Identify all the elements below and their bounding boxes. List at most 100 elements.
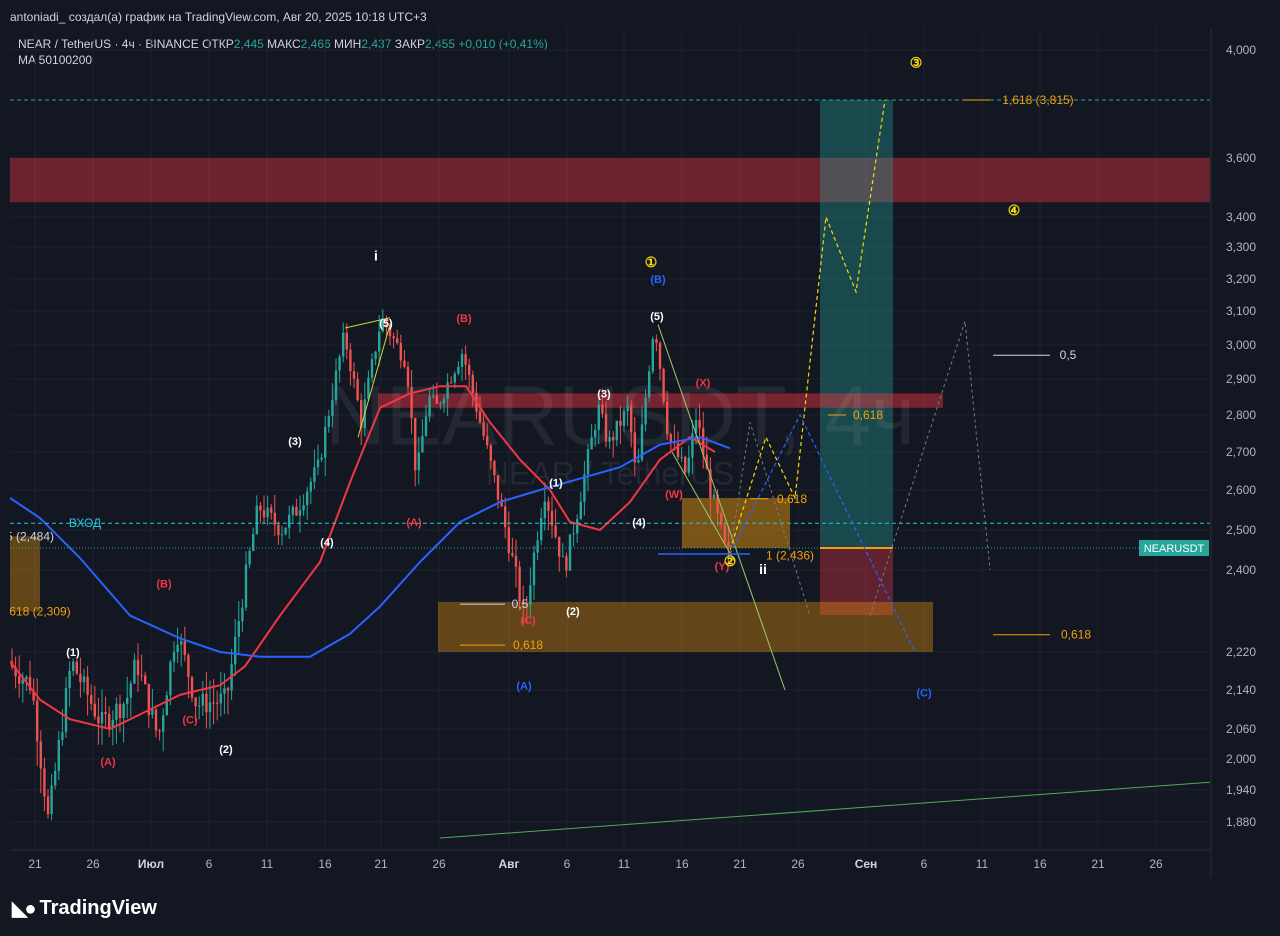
candle-body: [370, 359, 374, 378]
candle-body: [79, 673, 82, 683]
price-label: 2,450: [1220, 543, 1250, 557]
date-tick: Авг: [498, 857, 519, 871]
date-tick: Сен: [855, 857, 878, 871]
candle-body: [223, 688, 226, 694]
watermark-name: NEAR / TetherUS: [486, 455, 734, 491]
candle-body: [324, 426, 327, 458]
candle-body: [594, 429, 597, 438]
candle-body: [457, 366, 460, 374]
candle-body: [295, 506, 298, 516]
wave-label: (5): [379, 318, 393, 330]
price-chart[interactable]: NEARUSDT, 4чNEAR / TetherUS 1,618 (3,815…: [0, 28, 1280, 878]
fib-label: 5 (2,484): [6, 529, 54, 543]
candle-body: [255, 505, 258, 535]
wave-label: (B): [156, 579, 172, 591]
price-label: 2,301: [1220, 608, 1250, 622]
candle-body: [306, 491, 309, 506]
candle-body: [241, 607, 244, 622]
candle-body: [399, 342, 402, 361]
candle-body: [543, 501, 546, 519]
candle-body: [334, 370, 338, 400]
candle-body: [172, 652, 176, 662]
date-tick: 6: [564, 857, 571, 871]
candle-body: [129, 683, 132, 698]
candle-body: [352, 371, 356, 379]
price-tick: 2,400: [1226, 563, 1256, 577]
candle-body: [547, 501, 550, 512]
price-tick: 1,940: [1226, 783, 1256, 797]
candle-body: [680, 456, 683, 458]
date-tick: 16: [318, 857, 332, 871]
candle-body: [226, 688, 230, 691]
price-tick: 2,140: [1226, 683, 1256, 697]
wave-label: (2): [219, 744, 233, 756]
candle-body: [180, 641, 183, 645]
candle-body: [489, 445, 492, 461]
fib-label: 0,618: [777, 492, 807, 506]
candle-body: [237, 621, 240, 637]
candle-body: [453, 373, 456, 383]
candle-body: [565, 556, 568, 571]
date-tick: 6: [921, 857, 928, 871]
candle-body: [655, 339, 658, 343]
candle-body: [122, 703, 125, 719]
candle-body: [572, 533, 575, 535]
candle-body: [622, 411, 626, 426]
candle-body: [144, 675, 147, 685]
date-tick: 21: [1091, 857, 1105, 871]
candle-body: [727, 541, 730, 548]
candle-body: [712, 494, 716, 499]
candle-body: [417, 452, 420, 471]
candle-body: [561, 556, 564, 558]
price-label-box: [1212, 540, 1258, 556]
candle-body: [72, 661, 75, 671]
candle-body: [342, 332, 345, 357]
date-tick: 21: [28, 857, 42, 871]
candle-body: [356, 378, 359, 401]
candle-body: [482, 422, 485, 436]
candle-body: [118, 703, 122, 719]
candle-body: [46, 796, 50, 815]
candle-body: [396, 338, 399, 343]
candle-body: [586, 449, 590, 475]
candle-body: [698, 420, 701, 429]
candle-body: [75, 661, 78, 674]
candle-body: [723, 524, 726, 542]
price-tick: 3,100: [1226, 304, 1256, 318]
price-label-box: [1212, 607, 1258, 623]
candle-body: [637, 459, 640, 463]
candle-body: [414, 417, 417, 471]
wave-label: (2): [566, 606, 580, 618]
candle-body: [532, 552, 536, 586]
tradingview-logo[interactable]: ◣● TradingView: [12, 896, 157, 921]
candle-body: [158, 730, 161, 732]
wave-label: (3): [288, 436, 302, 448]
wave-label: (5): [650, 311, 664, 323]
candle-body: [540, 518, 543, 541]
candle-body: [18, 676, 21, 684]
candle-body: [514, 555, 518, 567]
zone-resistance: [10, 158, 1210, 203]
candle-body: [288, 514, 291, 528]
candle-body: [608, 436, 611, 442]
candle-body: [86, 676, 89, 696]
price-label-box: [1212, 84, 1258, 100]
candle-body: [115, 703, 118, 720]
candle-body: [201, 693, 204, 706]
candle-body: [450, 382, 453, 384]
candle-body: [169, 661, 172, 696]
candle-body: [568, 534, 572, 571]
candle-body: [43, 768, 46, 797]
candle-body: [442, 398, 446, 404]
candle-body: [504, 506, 507, 528]
candle-body: [216, 702, 219, 704]
price-tick: 3,000: [1226, 338, 1256, 352]
price-label-box: [1212, 542, 1258, 558]
fib-label: 0,618: [1061, 628, 1091, 642]
date-tick: 26: [432, 857, 446, 871]
candle-body: [100, 712, 104, 724]
candle-body: [248, 550, 251, 565]
wave-label: (C): [182, 714, 198, 726]
price-tick: 2,900: [1226, 372, 1256, 386]
fib-label: 0,618: [513, 638, 543, 652]
